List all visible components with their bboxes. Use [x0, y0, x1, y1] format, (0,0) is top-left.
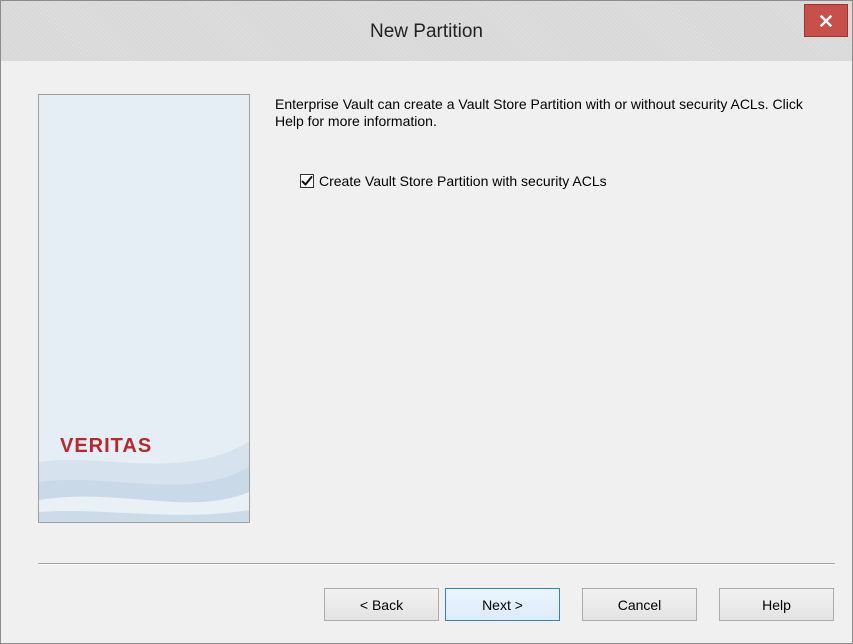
next-button[interactable]: Next > [445, 588, 560, 621]
acl-checkbox-label[interactable]: Create Vault Store Partition with securi… [319, 173, 607, 189]
help-button[interactable]: Help [719, 588, 834, 621]
acl-checkbox[interactable] [300, 174, 314, 188]
checkmark-icon [301, 176, 313, 186]
back-button[interactable]: < Back [324, 588, 439, 621]
dialog-window: New Partition VERITAS Enterprise Vault c… [0, 0, 853, 644]
window-title: New Partition [370, 21, 483, 42]
wizard-side-panel: VERITAS [38, 94, 250, 523]
logo-text: VERITAS [60, 435, 153, 457]
close-icon [820, 14, 832, 27]
cancel-button[interactable]: Cancel [582, 588, 697, 621]
separator-line [38, 563, 835, 565]
acl-checkbox-row[interactable]: Create Vault Store Partition with securi… [300, 171, 607, 191]
close-button[interactable] [804, 4, 848, 37]
dialog-content: VERITAS Enterprise Vault can create a Va… [8, 61, 846, 637]
title-bar[interactable]: New Partition [1, 1, 852, 61]
description-text: Enterprise Vault can create a Vault Stor… [275, 96, 803, 129]
